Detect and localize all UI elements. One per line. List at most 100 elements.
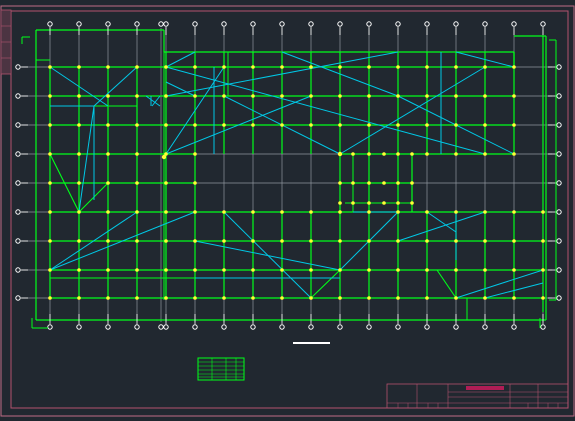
axis-bubble: [511, 21, 517, 27]
axis-bubble: [192, 324, 198, 330]
column-node: [309, 296, 313, 300]
column-node: [483, 296, 487, 300]
axis-bubble: [250, 324, 256, 330]
axis-bubble: [424, 21, 430, 27]
column-node: [135, 296, 139, 300]
axis-bubble: [395, 21, 401, 27]
column-node: [367, 239, 371, 243]
column-node: [351, 181, 355, 185]
axis-bubble: [279, 21, 285, 27]
column-node: [338, 94, 342, 98]
axis-bubble: [511, 324, 517, 330]
column-node: [77, 239, 81, 243]
axis-bubble: [482, 21, 488, 27]
column-node: [338, 65, 342, 69]
column-node: [106, 239, 110, 243]
column-node: [106, 65, 110, 69]
column-node: [106, 123, 110, 127]
column-node: [512, 210, 516, 214]
column-node: [483, 94, 487, 98]
column-node: [135, 152, 139, 156]
legend-table[interactable]: [197, 357, 245, 381]
column-node: [251, 94, 255, 98]
structural-plan-canvas[interactable]: [0, 0, 575, 417]
column-node: [193, 210, 197, 214]
column-node: [396, 239, 400, 243]
diagonal-braces: [49, 51, 544, 299]
column-node: [222, 210, 226, 214]
axis-bubble: [15, 295, 21, 301]
column-node: [77, 94, 81, 98]
column-node: [410, 152, 414, 156]
column-node: [410, 201, 414, 205]
axis-bubble: [556, 238, 562, 244]
axis-bubble: [250, 21, 256, 27]
column-node: [425, 152, 429, 156]
diagonal-brace: [194, 240, 341, 271]
column-node: [164, 94, 168, 98]
axis-bubble: [540, 324, 546, 330]
column-node: [512, 268, 516, 272]
column-node: [164, 181, 168, 185]
column-node: [512, 123, 516, 127]
axis-bubble: [424, 324, 430, 330]
column-node: [48, 152, 52, 156]
axis-bubble: [158, 324, 164, 330]
column-node: [193, 268, 197, 272]
column-node: [77, 210, 81, 214]
axis-bubble: [453, 21, 459, 27]
axis-bubble: [540, 21, 546, 27]
axis-bubble: [105, 324, 111, 330]
column-node: [454, 210, 458, 214]
column-node: [425, 123, 429, 127]
column-node: [280, 123, 284, 127]
column-node: [483, 123, 487, 127]
column-node: [309, 268, 313, 272]
column-node: [222, 94, 226, 98]
column-node: [161, 154, 167, 160]
column-node: [77, 123, 81, 127]
column-node: [396, 94, 400, 98]
column-node: [48, 296, 52, 300]
axis-bubble: [15, 122, 21, 128]
axis-bubble: [366, 21, 372, 27]
column-node: [512, 65, 516, 69]
cad-drawing-viewport[interactable]: [0, 0, 575, 417]
column-node: [454, 123, 458, 127]
column-node: [164, 268, 168, 272]
column-node: [164, 296, 168, 300]
axis-bubble: [556, 295, 562, 301]
column-node: [367, 210, 371, 214]
column-node: [77, 152, 81, 156]
column-node: [338, 268, 342, 272]
column-node: [164, 65, 168, 69]
column-node: [309, 239, 313, 243]
column-node: [251, 210, 255, 214]
column-node: [396, 296, 400, 300]
column-node: [193, 94, 197, 98]
column-node: [222, 296, 226, 300]
column-node: [425, 65, 429, 69]
column-node: [222, 239, 226, 243]
axis-bubble: [556, 267, 562, 273]
column-node: [367, 65, 371, 69]
column-node: [396, 201, 400, 205]
column-node: [193, 296, 197, 300]
column-node: [106, 94, 110, 98]
column-node: [106, 210, 110, 214]
column-node: [338, 201, 342, 205]
binding-strip: [0, 9, 12, 75]
title-block[interactable]: [386, 383, 569, 409]
column-node: [193, 65, 197, 69]
column-node: [512, 239, 516, 243]
axis-bubble: [47, 324, 53, 330]
column-node: [483, 239, 487, 243]
column-node: [48, 210, 52, 214]
axis-bubble: [163, 21, 169, 27]
column-node: [338, 239, 342, 243]
column-node: [367, 94, 371, 98]
title-block-accent: [466, 386, 504, 390]
column-node: [309, 210, 313, 214]
column-node: [251, 123, 255, 127]
column-node: [135, 181, 139, 185]
